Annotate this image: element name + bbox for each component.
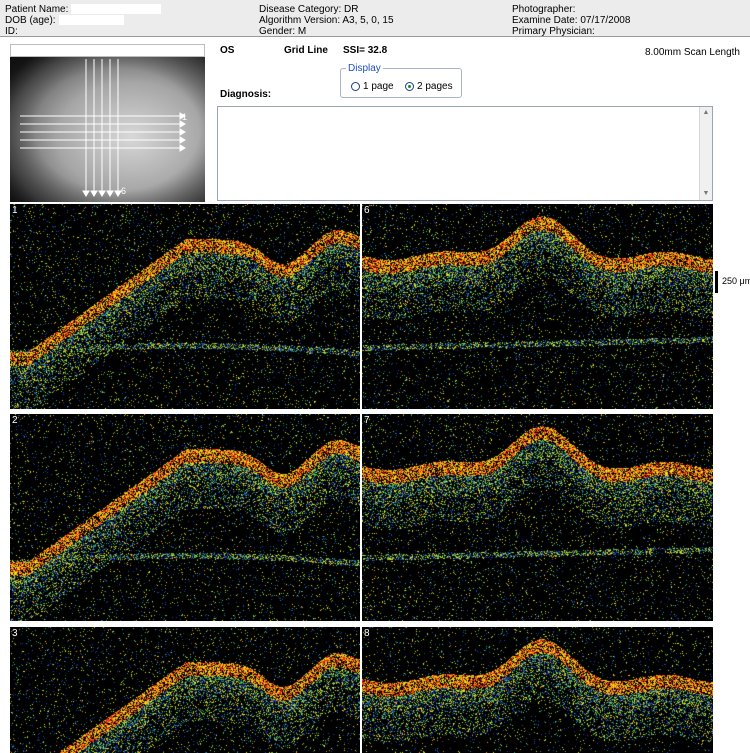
scan-length-label: 8.00mm Scan Length bbox=[644, 47, 740, 58]
scan-number-label: 2 bbox=[12, 415, 18, 426]
oct-scan-image bbox=[10, 204, 360, 409]
fundus-image[interactable]: 1 6 bbox=[10, 57, 205, 202]
fundus-panel: 1 6 bbox=[10, 44, 205, 202]
oct-scan-3[interactable]: 3 bbox=[10, 627, 360, 753]
primary-physician: Primary Physician: bbox=[512, 26, 595, 37]
oct-scan-image bbox=[362, 204, 713, 409]
scan-type-label: Grid Line bbox=[284, 45, 328, 56]
one-page-label: 1 page bbox=[363, 81, 394, 92]
ssi-label: SSI= 32.8 bbox=[343, 45, 388, 56]
scan-number-label: 7 bbox=[364, 415, 370, 426]
diagnosis-label: Diagnosis: bbox=[220, 89, 272, 100]
two-pages-label: 2 pages bbox=[417, 81, 453, 92]
oct-scan-image bbox=[362, 627, 713, 753]
report-header: Patient Name: DOB (age): ID: Disease Cat… bbox=[0, 0, 750, 37]
dob-label: DOB (age): bbox=[5, 15, 56, 26]
patient-info: Patient Name: DOB (age): ID: bbox=[5, 4, 162, 37]
oct-scan-6[interactable]: 6 bbox=[362, 204, 713, 409]
redacted-dob bbox=[58, 15, 124, 25]
oct-scan-1[interactable]: 1 bbox=[10, 204, 360, 409]
exam-date: Examine Date: 07/17/2008 bbox=[512, 15, 631, 26]
diagnosis-textarea[interactable]: ▲ ▼ bbox=[217, 106, 713, 201]
fundus-title-box bbox=[10, 44, 205, 57]
scan-number-label: 8 bbox=[364, 628, 370, 639]
horizontal-line-label: 1 bbox=[182, 112, 187, 122]
id-label: ID: bbox=[5, 26, 18, 37]
oct-scan-image bbox=[10, 414, 360, 621]
redacted-patient-name bbox=[71, 4, 162, 14]
radio-circle-selected[interactable] bbox=[405, 82, 414, 91]
display-group: Display 1 page 2 pages bbox=[340, 63, 462, 98]
one-page-radio[interactable]: 1 page bbox=[351, 81, 394, 92]
scan-number-label: 1 bbox=[12, 205, 18, 216]
scan-number-label: 6 bbox=[364, 205, 370, 216]
oct-scan-2[interactable]: 2 bbox=[10, 414, 360, 621]
oct-scan-image bbox=[10, 627, 360, 753]
scroll-down-arrow-icon[interactable]: ▼ bbox=[700, 188, 712, 200]
vertical-line-label: 6 bbox=[121, 186, 126, 196]
oct-scan-7[interactable]: 7 bbox=[362, 414, 713, 621]
examiner-info: Photographer: Examine Date: 07/17/2008 P… bbox=[512, 4, 630, 37]
exam-info: Disease Category: DR Algorithm Version: … bbox=[259, 4, 394, 37]
scroll-up-arrow-icon[interactable]: ▲ bbox=[700, 107, 712, 119]
scale-bar bbox=[715, 271, 718, 293]
oct-scan-image bbox=[362, 414, 713, 621]
algorithm-version: Algorithm Version: A3, 5, 0, 15 bbox=[259, 15, 394, 26]
photographer: Photographer: bbox=[512, 4, 576, 15]
disease-category: Disease Category: DR bbox=[259, 4, 359, 15]
scan-number-label: 3 bbox=[12, 628, 18, 639]
gender: Gender: M bbox=[259, 26, 307, 37]
two-pages-radio[interactable]: 2 pages bbox=[405, 81, 453, 92]
diagnosis-scrollbar[interactable]: ▲ ▼ bbox=[699, 107, 712, 200]
oct-scan-8[interactable]: 8 bbox=[362, 627, 713, 753]
radio-circle[interactable] bbox=[351, 82, 360, 91]
patient-name-label: Patient Name: bbox=[5, 4, 69, 15]
eye-label: OS bbox=[220, 45, 235, 56]
display-legend: Display bbox=[346, 63, 383, 74]
scale-bar-label: 250 μm bbox=[722, 276, 750, 286]
